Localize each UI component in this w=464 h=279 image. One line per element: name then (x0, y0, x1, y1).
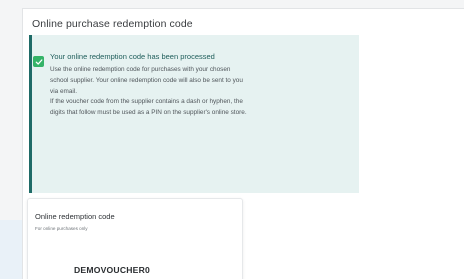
check-icon (33, 56, 44, 67)
notice-line: If the voucher code from the supplier co… (50, 98, 243, 106)
redemption-code-card: Online redemption code For online purcha… (27, 198, 243, 279)
code-sublabel: For online purchases only (35, 226, 88, 231)
notice-line: school supplier. Your online redemption … (50, 76, 243, 84)
notice-line: Use the online redemption code for purch… (50, 66, 231, 73)
notice-title: Your online redemption code has been pro… (50, 52, 215, 61)
page-background-panel (0, 220, 22, 279)
code-label: Online redemption code (35, 212, 115, 221)
check-mark-glyph (35, 58, 42, 65)
section-title: Online purchase redemption code (32, 18, 193, 30)
notice-body: Use the online redemption code for purch… (50, 65, 344, 119)
redemption-code-value[interactable]: DEMOVOUCHER0 (28, 265, 196, 275)
redemption-code-section: Online purchase redemption code Your onl… (22, 8, 464, 279)
notice-line: digits that follow must be used as a PIN… (50, 109, 247, 117)
notice-line: via email. (50, 87, 77, 95)
